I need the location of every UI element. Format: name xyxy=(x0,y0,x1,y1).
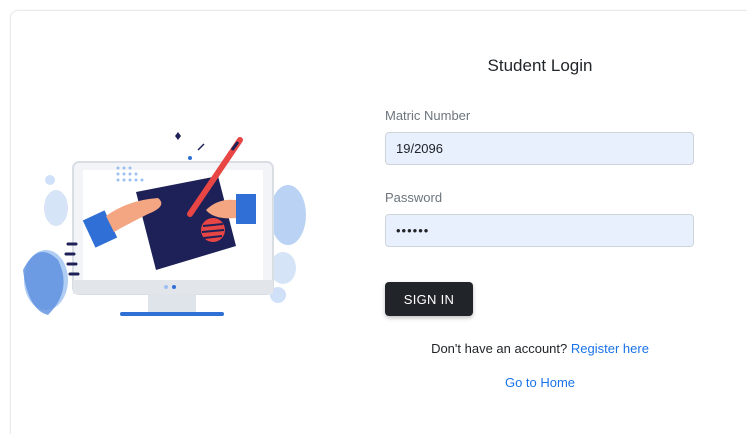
sign-in-button[interactable]: SIGN IN xyxy=(385,282,473,316)
password-label: Password xyxy=(385,190,443,205)
laptop-signing-illustration xyxy=(23,132,306,316)
register-link[interactable]: Register here xyxy=(571,341,649,356)
go-to-home-link[interactable]: Go to Home xyxy=(505,375,575,390)
matric-number-input[interactable] xyxy=(385,132,694,165)
page-title: Student Login xyxy=(487,56,593,75)
login-page: Student Login Matric Number Password SIG… xyxy=(0,0,747,434)
home-link-line: Go to Home xyxy=(385,375,695,390)
register-prompt-line: Don't have an account? Register here xyxy=(385,341,695,356)
register-prompt-text: Don't have an account? xyxy=(431,341,568,356)
matric-number-label: Matric Number xyxy=(385,108,471,123)
password-input[interactable] xyxy=(385,214,694,247)
